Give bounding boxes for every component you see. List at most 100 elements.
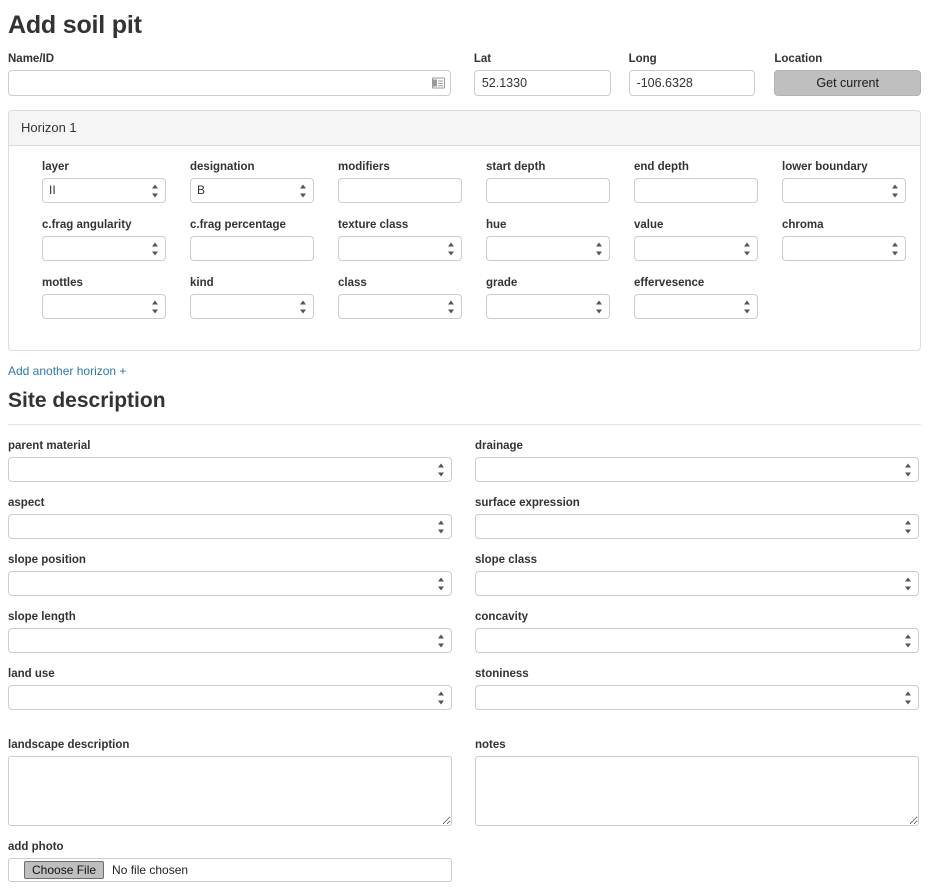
long-input[interactable] [628,70,756,96]
chevron-updown-icon[interactable] [448,300,455,313]
chevron-updown-icon[interactable] [438,520,445,533]
site-select-parent-material[interactable] [8,457,452,482]
long-label: Long [628,53,657,65]
horizon-field-class: class [338,276,486,319]
horizon-field-c-frag-angularity: c.frag angularity [42,218,190,261]
site-description-left-column: parent material aspect slope position slope… [8,439,452,724]
horizon-label-hue: hue [486,219,507,231]
site-select-drainage[interactable] [475,457,919,482]
horizon-field-kind: kind [190,276,338,319]
horizon-input-end-depth[interactable] [634,178,758,203]
horizon-label-c-frag-percentage: c.frag percentage [190,219,286,231]
site-label-concavity: concavity [475,611,529,623]
site-field-slope-class: slope class [475,553,919,596]
chevron-updown-icon[interactable] [905,577,912,590]
add-another-horizon-link[interactable]: Add another horizon + [8,364,126,379]
horizon-select-effervesence[interactable] [634,294,758,319]
file-input[interactable]: Choose File No file chosen [8,858,452,882]
site-label-surface-expression: surface expression [475,497,580,509]
choose-file-button[interactable]: Choose File [24,861,105,879]
horizon-label-c-frag-angularity: c.frag angularity [42,219,132,231]
lat-input[interactable] [473,70,611,96]
chevron-updown-icon[interactable] [438,577,445,590]
horizon-select-value[interactable] [634,236,758,261]
site-field-concavity: concavity [475,610,919,653]
chevron-updown-icon[interactable] [438,691,445,704]
horizon-select-mottles[interactable] [42,294,166,319]
site-select-land-use[interactable] [8,685,452,710]
horizon-select-c-frag-angularity[interactable] [42,236,166,261]
site-select-concavity[interactable] [475,628,919,653]
lat-field: Lat [473,52,611,96]
name-id-label: Name/ID [8,53,55,65]
chevron-updown-icon[interactable] [892,242,899,255]
contact-card-icon[interactable] [431,77,445,89]
horizon-input-c-frag-percentage[interactable] [190,236,314,261]
site-description-columns: parent material aspect slope position slope… [0,425,929,724]
site-select-slope-position[interactable] [8,571,452,596]
horizon-select-layer[interactable]: II [42,178,166,203]
notes-column: notes [475,738,919,896]
name-id-input[interactable] [8,70,451,96]
site-select-slope-length[interactable] [8,628,452,653]
site-field-land-use: land use [8,667,452,710]
horizon-panel-body: layer II designation Bmodifiers start depth e… [9,146,920,350]
chevron-updown-icon[interactable] [152,242,159,255]
horizon-field-effervesence: effervesence [634,276,782,319]
site-field-stoniness: stoniness [475,667,919,710]
horizon-field-end-depth: end depth [634,160,782,203]
site-label-slope-class: slope class [475,554,538,566]
chevron-updown-icon[interactable] [744,300,751,313]
horizon-panel: Horizon 1 layer II designation Bmodifiers st… [8,110,921,351]
landscape-description-textarea[interactable] [8,756,452,826]
add-soil-pit-page: Add soil pit Name/ID Lat Long Location G… [0,0,929,896]
horizon-label-chroma: chroma [782,219,824,231]
landscape-description-label: landscape description [8,739,130,751]
horizon-select-class[interactable] [338,294,462,319]
chevron-updown-icon[interactable] [438,463,445,476]
horizon-label-layer: layer [42,161,69,173]
page-title: Add soil pit [8,11,142,39]
horizon-field-value: value [634,218,782,261]
horizon-select-grade[interactable] [486,294,610,319]
horizon-field-lower-boundary: lower boundary [782,160,920,203]
chevron-updown-icon[interactable] [905,691,912,704]
chevron-updown-icon[interactable] [905,520,912,533]
horizon-select-chroma[interactable] [782,236,906,261]
get-current-location-button[interactable]: Get current [774,70,921,96]
chevron-updown-icon[interactable] [596,242,603,255]
horizon-label-mottles: mottles [42,277,83,289]
site-select-stoniness[interactable] [475,685,919,710]
horizon-field-mottles: mottles [42,276,190,319]
chevron-updown-icon[interactable] [438,634,445,647]
site-select-slope-class[interactable] [475,571,919,596]
chevron-updown-icon[interactable] [892,184,899,197]
site-field-drainage: drainage [475,439,919,482]
site-select-surface-expression[interactable] [475,514,919,539]
horizon-select-kind[interactable] [190,294,314,319]
horizon-label-modifiers: modifiers [338,161,390,173]
horizon-select-texture-class[interactable] [338,236,462,261]
notes-textarea[interactable] [475,756,919,826]
chevron-updown-icon[interactable] [905,463,912,476]
horizon-label-value: value [634,219,664,231]
location-field: Location Get current [774,52,921,96]
horizon-select-hue[interactable] [486,236,610,261]
horizon-input-start-depth[interactable] [486,178,610,203]
chevron-updown-icon[interactable] [905,634,912,647]
horizon-field-c-frag-percentage: c.frag percentage [190,218,338,261]
chevron-updown-icon[interactable] [300,184,307,197]
chevron-updown-icon[interactable] [596,300,603,313]
horizon-input-modifiers[interactable] [338,178,462,203]
chevron-updown-icon[interactable] [152,184,159,197]
chevron-updown-icon[interactable] [300,300,307,313]
chevron-updown-icon[interactable] [744,242,751,255]
horizon-label-end-depth: end depth [634,161,689,173]
horizon-select-designation[interactable]: B [190,178,314,203]
chevron-updown-icon[interactable] [448,242,455,255]
horizon-select-lower-boundary[interactable] [782,178,906,203]
horizon-label-kind: kind [190,277,214,289]
site-label-drainage: drainage [475,440,523,452]
chevron-updown-icon[interactable] [152,300,159,313]
site-select-aspect[interactable] [8,514,452,539]
